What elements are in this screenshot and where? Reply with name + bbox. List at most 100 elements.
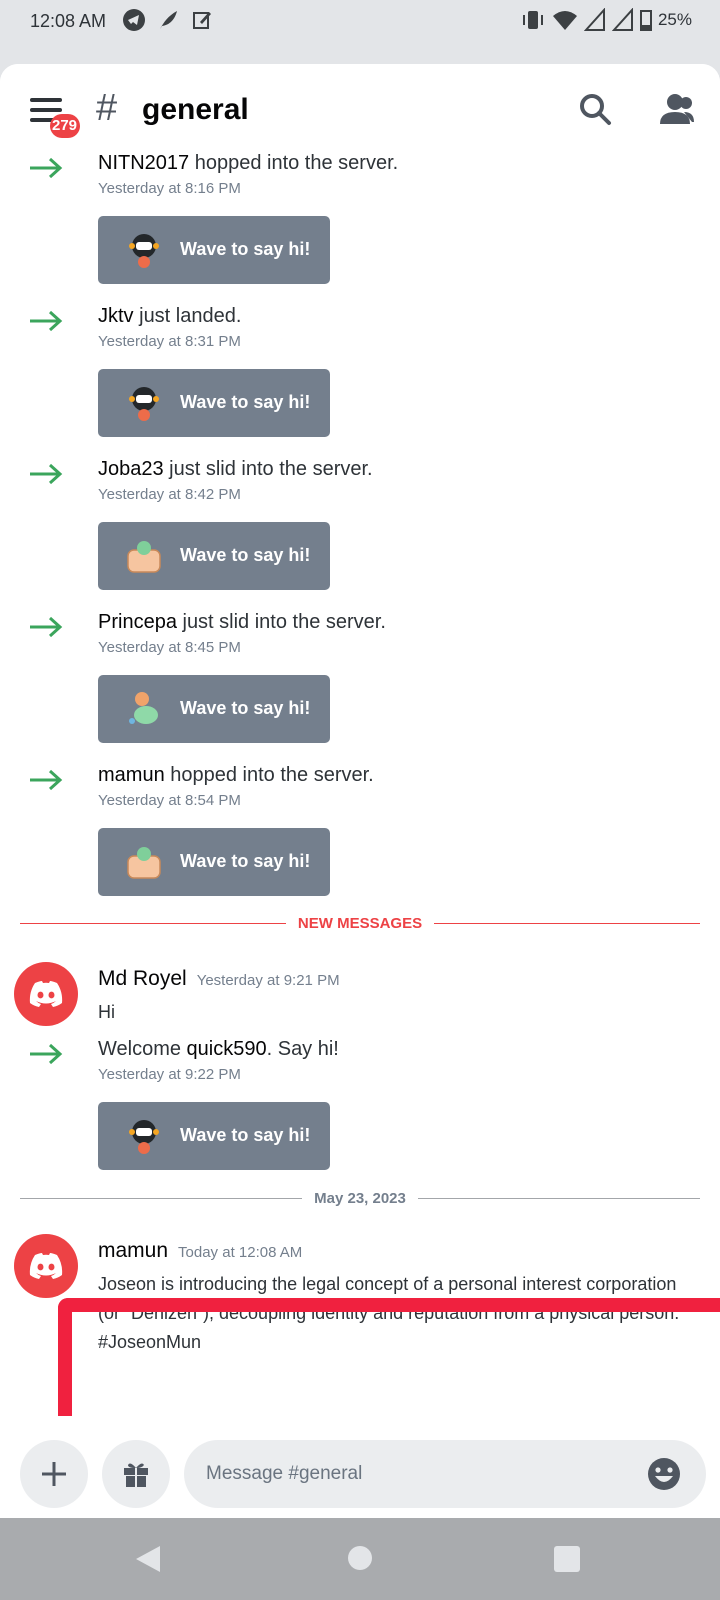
battery-icon	[639, 10, 652, 31]
join-arrow-icon	[30, 463, 63, 485]
wave-label: Wave to say hi!	[180, 239, 311, 259]
date-label: May 23, 2023	[302, 1190, 418, 1207]
author-name[interactable]: mamun	[98, 1239, 168, 1262]
battery-percent: 25%	[657, 10, 692, 29]
hash-icon: #	[96, 87, 118, 129]
join-text: Welcome quick590. Say hi!	[98, 1036, 339, 1062]
message-author[interactable]: mamun Today at 12:08 AM	[98, 1238, 302, 1266]
join-text: Jktv just landed.	[98, 303, 241, 329]
wave-label: Wave to say hi!	[180, 1125, 311, 1145]
join-username[interactable]: Joba23	[98, 458, 164, 480]
channel-header: 279 # general	[0, 64, 720, 150]
wumpus-sticker-icon	[129, 234, 159, 268]
recents-icon[interactable]	[554, 1546, 580, 1572]
join-username[interactable]: Princepa	[98, 611, 177, 633]
wave-button[interactable]: Wave to say hi!	[98, 522, 330, 590]
system-icons: 25%	[520, 8, 692, 32]
date-divider: May 23, 2023	[20, 1189, 700, 1209]
join-time: Yesterday at 8:42 PM	[98, 486, 241, 503]
join-time: Yesterday at 8:54 PM	[98, 792, 241, 809]
discord-logo-icon	[29, 1253, 63, 1279]
join-time: Yesterday at 8:45 PM	[98, 639, 241, 656]
bird-sticker-icon	[129, 692, 158, 724]
message-author[interactable]: Md Royel Yesterday at 9:21 PM	[98, 966, 340, 994]
join-username[interactable]: NITN2017	[98, 152, 189, 174]
join-text: mamun hopped into the server.	[98, 762, 374, 788]
discord-logo-icon	[29, 981, 63, 1007]
notification-icons	[122, 8, 214, 32]
author-name[interactable]: Md Royel	[98, 967, 187, 990]
telegram-icon	[123, 9, 145, 31]
back-icon[interactable]	[134, 1544, 162, 1574]
welcome-prefix: Welcome	[98, 1038, 187, 1060]
signal-icon	[583, 8, 605, 31]
message-list[interactable]: NITN2017 hopped into the server. Yesterd…	[0, 150, 720, 1496]
wumpus-sticker-icon	[129, 387, 159, 421]
join-username[interactable]: quick590	[187, 1038, 267, 1060]
wave-button[interactable]: Wave to say hi!	[98, 369, 330, 437]
join-username[interactable]: Jktv	[98, 305, 134, 327]
avatar[interactable]	[14, 1234, 78, 1298]
join-time: Yesterday at 8:16 PM	[98, 180, 241, 197]
join-arrow-icon	[30, 616, 63, 638]
search-icon[interactable]	[578, 92, 612, 126]
avatar[interactable]	[14, 962, 78, 1026]
wave-button[interactable]: Wave to say hi!	[98, 675, 330, 743]
plus-icon	[42, 1462, 66, 1486]
hamburger-icon	[30, 98, 62, 102]
message-input[interactable]	[184, 1440, 706, 1508]
divider-label-wrap: May 23, 2023	[20, 1189, 700, 1209]
hands-sticker-icon	[127, 541, 161, 573]
new-messages-label: NEW MESSAGES	[285, 915, 435, 932]
join-arrow-icon	[30, 1043, 63, 1065]
hands-sticker-icon	[127, 847, 161, 879]
emoji-icon[interactable]	[646, 1456, 682, 1492]
message-body: Hi	[98, 1002, 115, 1022]
feather-icon	[160, 11, 177, 29]
wifi-icon	[552, 11, 577, 30]
message-composer	[0, 1416, 720, 1518]
add-attachment-button[interactable]	[20, 1440, 88, 1508]
wave-button[interactable]: Wave to say hi!	[98, 1102, 330, 1170]
join-arrow-icon	[30, 310, 63, 332]
vibrate-icon	[522, 11, 543, 29]
gift-icon	[124, 1463, 148, 1487]
welcome-suffix: . Say hi!	[266, 1038, 339, 1060]
unread-badge: 279	[50, 114, 80, 138]
join-username[interactable]: mamun	[98, 764, 165, 786]
wave-button[interactable]: Wave to say hi!	[98, 828, 330, 896]
system-nav-bar	[0, 1518, 720, 1600]
join-arrow-icon	[30, 769, 63, 791]
join-arrow-icon	[30, 157, 63, 179]
join-action: just landed.	[133, 305, 242, 327]
join-action: just slid into the server.	[163, 458, 373, 480]
members-icon[interactable]	[658, 92, 696, 126]
join-action: hopped into the server.	[164, 764, 374, 786]
chat-screen: 279 # general NITN2017 hopped into the s…	[0, 64, 720, 1518]
divider-label-wrap: NEW MESSAGES	[20, 914, 700, 934]
wumpus-sticker-icon	[129, 1120, 159, 1154]
join-text: Princepa just slid into the server.	[98, 609, 386, 635]
status-bar: 12:08 AM 25%	[0, 0, 720, 64]
status-time: 12:08 AM	[30, 11, 107, 31]
wave-label: Wave to say hi!	[180, 851, 311, 871]
join-action: just slid into the server.	[176, 611, 386, 633]
channel-title: general	[142, 93, 249, 126]
message-time: Yesterday at 9:21 PM	[196, 972, 340, 989]
wave-button[interactable]: Wave to say hi!	[98, 216, 330, 284]
signal-2-icon	[611, 8, 633, 31]
home-icon[interactable]	[348, 1546, 372, 1570]
join-time: Yesterday at 8:31 PM	[98, 333, 241, 350]
join-text: Joba23 just slid into the server.	[98, 456, 373, 482]
message-time: Today at 12:08 AM	[178, 1244, 303, 1261]
hamburger-bar	[30, 108, 62, 112]
join-text: NITN2017 hopped into the server.	[98, 150, 398, 176]
new-messages-divider: NEW MESSAGES	[20, 914, 700, 934]
join-action: hopped into the server.	[189, 152, 399, 174]
wave-label: Wave to say hi!	[180, 698, 311, 718]
gift-button[interactable]	[102, 1440, 170, 1508]
join-time: Yesterday at 9:22 PM	[98, 1066, 241, 1083]
wave-label: Wave to say hi!	[180, 545, 311, 565]
wave-label: Wave to say hi!	[180, 392, 311, 412]
edit-note-icon	[193, 12, 211, 29]
